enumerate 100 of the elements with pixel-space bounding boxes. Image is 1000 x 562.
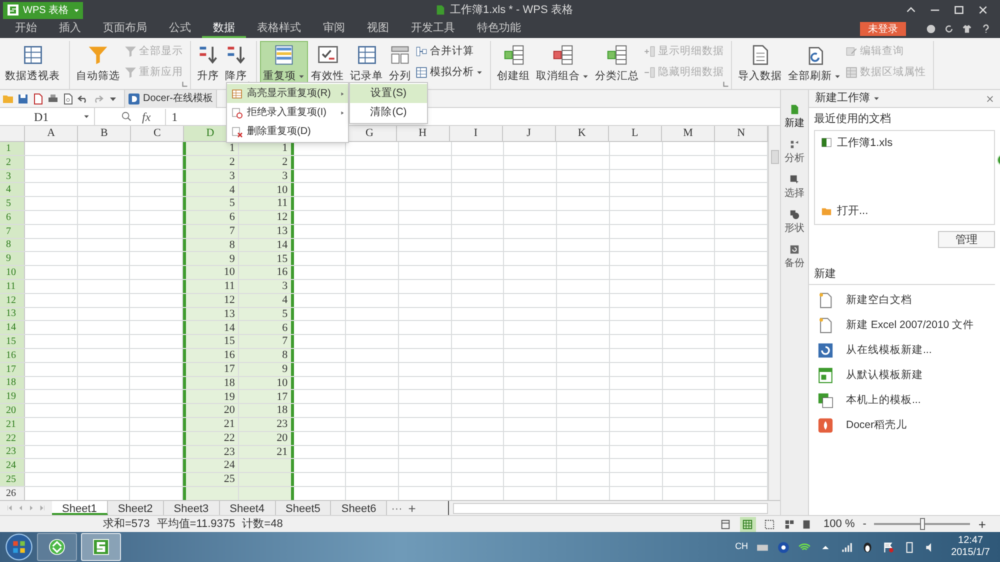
row-header[interactable]: 10 <box>0 266 25 279</box>
row-header[interactable]: 15 <box>0 335 25 348</box>
row-header[interactable]: 25 <box>0 473 25 486</box>
launcher-icon[interactable] <box>182 81 188 87</box>
vertical-scrollbar[interactable] <box>768 126 780 500</box>
layout-icon[interactable] <box>784 518 795 530</box>
row-header[interactable]: 1 <box>0 142 25 155</box>
side-tab[interactable]: 新建 <box>784 104 804 131</box>
start-icon[interactable] <box>5 533 33 561</box>
menu-item[interactable]: 高亮显示重复项(R) <box>227 84 348 103</box>
new-file-option[interactable]: 新建空白文档 <box>809 291 1000 310</box>
manage-button[interactable]: 管理 <box>938 230 995 248</box>
row-header[interactable]: 26 <box>0 486 25 500</box>
app-menu-button[interactable]: WPS 表格 <box>3 2 83 18</box>
sheet-tab[interactable]: Sheet2 <box>108 501 164 515</box>
row-header[interactable]: 5 <box>0 197 25 210</box>
side-tab[interactable]: 选择 <box>784 174 804 201</box>
row-header[interactable]: 6 <box>0 210 25 224</box>
zoom-out-button[interactable]: - <box>860 516 868 532</box>
shirt-icon[interactable] <box>962 24 972 34</box>
menu-tab[interactable]: 开始 <box>4 20 48 38</box>
new-file-option[interactable]: 本机上的模板... <box>809 391 1000 410</box>
taskbar-app-button[interactable] <box>37 533 77 561</box>
new-file-option[interactable]: 从默认模板新建 <box>809 366 1000 385</box>
close-icon[interactable] <box>986 94 994 102</box>
zoom-icon[interactable] <box>121 111 132 122</box>
column-header[interactable]: I <box>450 126 503 141</box>
column-header[interactable]: H <box>396 126 450 141</box>
zoom-in-button[interactable]: + <box>976 518 988 530</box>
docer-tab[interactable]: Docer-在线模板 <box>124 90 218 108</box>
view-button[interactable] <box>740 516 756 532</box>
more-sheets-button[interactable]: ··· <box>387 501 406 515</box>
sheet-tab[interactable]: Sheet6 <box>331 501 388 515</box>
refresh-icon[interactable] <box>944 24 954 34</box>
penguin-icon[interactable] <box>861 540 874 554</box>
column-header[interactable]: K <box>556 126 609 141</box>
row-header[interactable]: 7 <box>0 224 25 238</box>
row-header[interactable]: 3 <box>0 170 25 182</box>
column-header[interactable]: L <box>608 126 662 141</box>
menu-tab[interactable]: 公式 <box>158 20 202 38</box>
row-header[interactable]: 19 <box>0 390 25 404</box>
sheet-tab[interactable]: Sheet3 <box>164 501 220 515</box>
side-tab[interactable]: 形状 <box>784 209 804 236</box>
column-header[interactable]: B <box>78 126 132 141</box>
sheet-tab[interactable]: Sheet5 <box>276 501 332 515</box>
column-header[interactable]: J <box>502 126 556 141</box>
row-header[interactable]: 9 <box>0 252 25 266</box>
slider-thumb[interactable] <box>920 518 926 530</box>
input-method-indicator[interactable]: CH <box>735 540 748 554</box>
menu-tab[interactable]: 开发工具 <box>400 20 466 38</box>
row-header[interactable]: 18 <box>0 376 25 390</box>
undo-icon[interactable] <box>77 92 89 104</box>
maximize-icon[interactable] <box>954 5 964 15</box>
menu-tab[interactable]: 视图 <box>356 20 400 38</box>
save-icon[interactable] <box>17 92 29 104</box>
row-header[interactable]: 8 <box>0 238 25 252</box>
side-tab[interactable]: 分析 <box>784 139 804 166</box>
ribbon-button[interactable]: 重复项 <box>260 41 308 85</box>
menu-tab[interactable]: 表格样式 <box>246 20 312 38</box>
row-header[interactable]: 13 <box>0 308 25 320</box>
new-file-option[interactable]: 从在线模板新建... <box>809 341 1000 360</box>
row-header[interactable]: 16 <box>0 348 25 362</box>
flag-icon[interactable] <box>882 540 896 554</box>
menu-tab[interactable]: 审阅 <box>312 20 356 38</box>
row-header[interactable]: 4 <box>0 183 25 196</box>
taskbar-app-button[interactable] <box>81 533 121 561</box>
ribbon-button[interactable]: 模拟分析 <box>414 64 484 81</box>
recent-file-item[interactable]: 工作簿1.xls <box>821 134 988 151</box>
sheet-tab[interactable]: Sheet4 <box>220 501 276 515</box>
pdf-icon[interactable] <box>32 92 44 104</box>
row-header[interactable]: 23 <box>0 446 25 458</box>
signal-icon[interactable] <box>840 540 854 554</box>
page-setup-icon[interactable] <box>800 518 812 530</box>
column-header[interactable]: M <box>662 126 716 141</box>
column-header[interactable]: A <box>25 126 78 141</box>
new-file-option[interactable]: Docer稻壳儿 <box>809 416 1000 435</box>
open-link[interactable]: 打开... <box>821 203 988 220</box>
menu-tab[interactable]: 页面布局 <box>92 20 158 38</box>
add-sheet-button[interactable]: + <box>406 501 418 515</box>
menu-tab[interactable]: 特色功能 <box>466 20 532 38</box>
row-header[interactable]: 21 <box>0 418 25 431</box>
row-header[interactable]: 11 <box>0 280 25 293</box>
sheet-tab[interactable]: Sheet1 <box>52 501 108 515</box>
row-header[interactable]: 22 <box>0 432 25 445</box>
chevron-up-icon[interactable] <box>906 5 916 15</box>
preview-icon[interactable] <box>62 92 74 104</box>
ribbon-button[interactable]: 合并计算 <box>414 43 484 60</box>
row-header[interactable]: 20 <box>0 404 25 417</box>
menu-item[interactable]: 设置(S) <box>350 84 427 103</box>
launcher-icon[interactable] <box>723 81 729 87</box>
row-header[interactable]: 17 <box>0 362 25 376</box>
row-header[interactable]: 2 <box>0 156 25 169</box>
clock[interactable]: 12:47 2015/1/7 <box>951 535 990 559</box>
row-header[interactable]: 14 <box>0 321 25 334</box>
row-header[interactable]: 12 <box>0 294 25 307</box>
row-header[interactable]: 24 <box>0 459 25 472</box>
new-file-option[interactable]: 新建 Excel 2007/2010 文件 <box>809 316 1000 335</box>
side-tab[interactable]: 备份 <box>784 244 804 271</box>
horizontal-scrollbar[interactable] <box>448 501 768 515</box>
print-icon[interactable] <box>47 92 59 104</box>
